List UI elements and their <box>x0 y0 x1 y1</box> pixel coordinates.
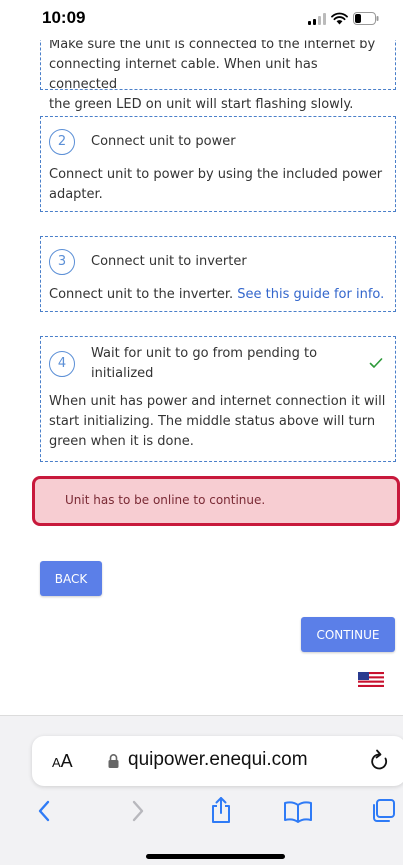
step-4-title-line: initialized <box>91 366 154 381</box>
step-number-2: 2 <box>49 129 75 155</box>
address-bar[interactable]: AA quipower.enequi.com <box>32 736 403 786</box>
home-indicator[interactable] <box>146 854 285 859</box>
battery-icon <box>353 12 379 25</box>
step-4-desc-line: green when it is done. <box>49 434 194 449</box>
step-4-title: Wait for unit to go from pending to init… <box>91 344 317 384</box>
step-2-description: Connect unit to power by using the inclu… <box>49 165 387 205</box>
step-3-title: Connect unit to inverter <box>91 254 247 269</box>
lock-icon <box>108 754 119 768</box>
reader-aa-button[interactable]: AA <box>52 751 73 772</box>
step-2-title: Connect unit to power <box>91 134 236 149</box>
step-number-4: 4 <box>49 351 75 377</box>
step-card-3: 3 Connect unit to inverter Connect unit … <box>40 236 396 312</box>
wifi-icon <box>331 12 348 25</box>
step-2-desc-line: adapter. <box>49 187 103 202</box>
step-number-3: 3 <box>49 249 75 275</box>
step-card-2: 2 Connect unit to power Connect unit to … <box>40 116 396 212</box>
step-4-desc-line: start initializing. The middle status ab… <box>49 414 376 429</box>
back-arrow-icon[interactable] <box>36 799 52 823</box>
status-time: 10:09 <box>42 8 86 27</box>
forward-arrow-icon[interactable] <box>130 799 146 823</box>
step-1-description: Make sure the unit is connected to the i… <box>49 35 387 115</box>
aa-small-letter: A <box>52 755 61 770</box>
status-icons <box>308 12 379 25</box>
status-bar: 10:09 <box>0 0 403 40</box>
us-flag-icon[interactable] <box>358 672 384 687</box>
share-icon[interactable] <box>210 796 232 824</box>
step-4-title-line: Wait for unit to go from pending to <box>91 346 318 361</box>
check-icon <box>369 358 383 368</box>
error-alert: Unit has to be online to continue. <box>32 476 400 526</box>
step-2-desc-line: Connect unit to power by using the inclu… <box>49 167 383 182</box>
bookmarks-icon[interactable] <box>283 801 313 823</box>
tabs-icon[interactable] <box>370 798 396 824</box>
step-card-4: 4 Wait for unit to go from pending to in… <box>40 336 396 462</box>
cellular-signal-icon <box>308 12 326 25</box>
step-3-desc-text: Connect unit to the inverter. <box>49 287 238 302</box>
step-3-description: Connect unit to the inverter. See this g… <box>49 285 387 305</box>
guide-link[interactable]: See this guide for info. <box>237 287 384 302</box>
url-text: quipower.enequi.com <box>128 749 308 770</box>
page-content[interactable]: Make sure the unit is connected to the i… <box>0 0 403 715</box>
aa-big-letter: A <box>60 751 73 771</box>
step-4-description: When unit has power and internet connect… <box>49 392 387 452</box>
reload-icon[interactable] <box>369 749 391 773</box>
error-message: Unit has to be online to continue. <box>65 493 266 507</box>
back-button[interactable]: BACK <box>40 561 102 596</box>
step-1-desc-line: connecting internet cable. When unit has… <box>49 57 318 92</box>
step-4-desc-line: When unit has power and internet connect… <box>49 394 386 409</box>
browser-toolbar: AA quipower.enequi.com <box>0 715 403 865</box>
continue-button[interactable]: CONTINUE <box>301 617 395 652</box>
step-1-desc-line: the green LED on unit will start flashin… <box>49 97 354 112</box>
